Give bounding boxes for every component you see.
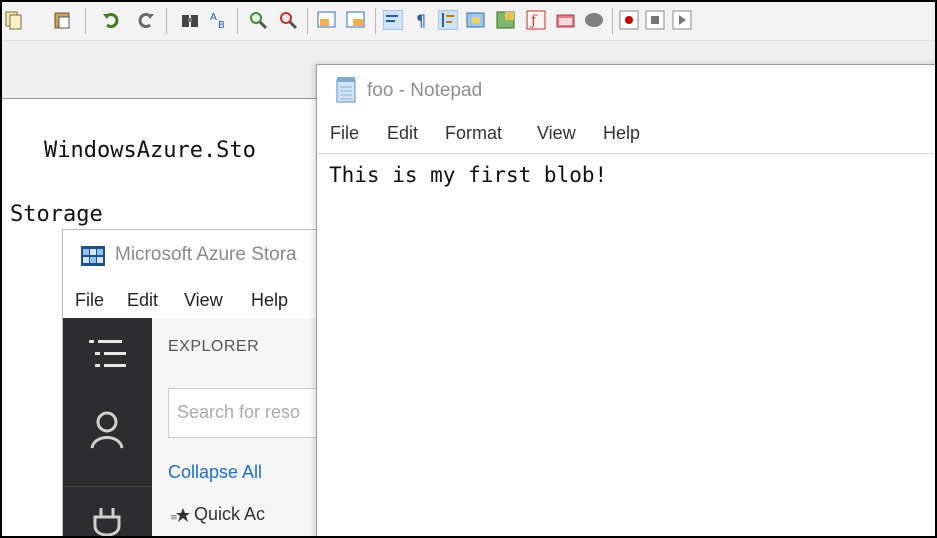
activity-bar: [63, 318, 152, 538]
indent-guide-icon[interactable]: [438, 10, 458, 30]
menu-view[interactable]: View: [184, 290, 223, 311]
svg-text:B: B: [218, 20, 225, 30]
zoom-in-icon[interactable]: [248, 10, 268, 30]
toolbar-separator: [375, 8, 376, 34]
notepad-menu-format[interactable]: Format: [445, 123, 502, 144]
record-shape-icon[interactable]: [584, 10, 604, 30]
editor-toolbar: AB ¶ ƒ: [2, 2, 935, 41]
editor-line-2: Storage: [10, 202, 103, 227]
window-icon[interactable]: [317, 10, 337, 30]
copy-icon[interactable]: [4, 10, 24, 30]
notepad-titlebar[interactable]: foo - Notepad: [317, 65, 935, 115]
activity-bar-divider: [63, 486, 152, 487]
notepad-text-area[interactable]: This is my first blob!: [329, 163, 607, 187]
replace-icon[interactable]: AB: [209, 10, 229, 30]
menu-edit[interactable]: Edit: [127, 290, 158, 311]
collapse-all-link[interactable]: Collapse All: [168, 462, 262, 483]
window-icon[interactable]: [346, 10, 366, 30]
toolbar-separator: [85, 8, 86, 34]
tree-item-quick-access[interactable]: Quick Ac: [194, 504, 265, 525]
notepad-window: foo - Notepad File Edit Format View Help…: [316, 64, 935, 536]
notepad-menu-view[interactable]: View: [537, 123, 576, 144]
explorer-tree-icon[interactable]: [89, 338, 129, 370]
notepad-menubar: File Edit Format View Help: [317, 115, 935, 154]
svg-text:A: A: [210, 12, 217, 23]
explorer-header: EXPLORER: [168, 338, 260, 355]
toolbar-separator: [612, 8, 613, 34]
notepad-menu-edit[interactable]: Edit: [387, 123, 418, 144]
map-icon[interactable]: [496, 10, 516, 30]
undo-icon[interactable]: [102, 10, 122, 30]
toolbar-separator: [237, 8, 238, 34]
wrap-icon[interactable]: [383, 10, 403, 30]
menu-file[interactable]: File: [75, 290, 104, 311]
notepad-title: foo - Notepad: [367, 80, 483, 101]
quick-access-icon: ≡: [170, 508, 190, 523]
menu-help[interactable]: Help: [251, 290, 288, 311]
stop-icon[interactable]: [645, 10, 665, 30]
zoom-out-icon[interactable]: [278, 10, 298, 30]
svg-text:≡: ≡: [170, 513, 178, 523]
screenshot-frame: AB ¶ ƒ WindowsAzure.Sto Storage Microsof…: [0, 0, 937, 538]
storage-explorer-title: Microsoft Azure Stora: [115, 244, 297, 265]
paragraph-icon[interactable]: ¶: [412, 10, 432, 30]
search-placeholder: Search for reso: [177, 402, 301, 422]
toolbar-separator: [166, 8, 167, 34]
play-icon[interactable]: [672, 10, 692, 30]
notepad-menu-help[interactable]: Help: [603, 123, 640, 144]
account-icon[interactable]: [89, 410, 125, 450]
redo-icon[interactable]: [135, 10, 155, 30]
folder-icon[interactable]: [556, 10, 576, 30]
panel-icon[interactable]: [466, 10, 486, 30]
function-icon[interactable]: ƒ: [526, 10, 546, 30]
svg-text:¶: ¶: [416, 11, 426, 30]
editor-line-1: WindowsAzure.Sto: [44, 138, 256, 163]
paste-icon[interactable]: [52, 10, 72, 30]
find-icon[interactable]: [180, 10, 200, 30]
storage-explorer-app-icon: [81, 246, 105, 266]
notepad-menu-file[interactable]: File: [330, 123, 359, 144]
record-icon[interactable]: [619, 10, 639, 30]
notepad-app-icon: [336, 77, 356, 103]
connect-plug-icon[interactable]: [91, 508, 123, 538]
toolbar-separator: [307, 8, 308, 34]
